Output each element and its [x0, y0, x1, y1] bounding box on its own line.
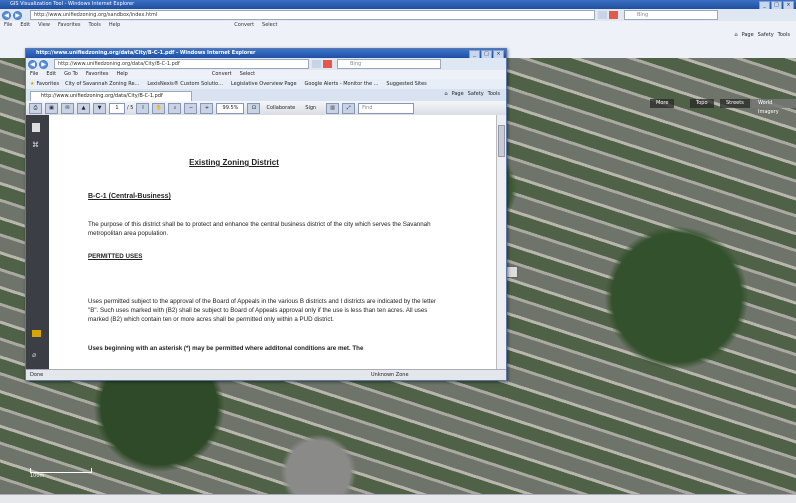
- inner-tools-menu[interactable]: Tools: [488, 91, 500, 97]
- inner-home-icon[interactable]: ⌂: [444, 91, 447, 97]
- outer-search-input[interactable]: Bing: [624, 10, 718, 20]
- inner-page-menu[interactable]: Page: [452, 91, 464, 97]
- inner-title-bar: http://www.unifiedzoning.org/data/City/B…: [26, 49, 506, 59]
- hand-tool-icon[interactable]: ✋: [152, 102, 166, 114]
- outer-window-title: GIS Visualization Tool - Windows Interne…: [10, 1, 135, 7]
- email-icon[interactable]: ✉: [61, 102, 74, 114]
- inner-convert-button[interactable]: Convert: [212, 70, 232, 79]
- map-panel-toggle-icon[interactable]: [506, 266, 518, 278]
- outer-select-button[interactable]: Select: [262, 21, 277, 29]
- find-input[interactable]: Find: [358, 102, 415, 114]
- menu-tools[interactable]: Tools: [89, 21, 101, 29]
- doc-subheading: B-C-1 (Central-Business): [88, 193, 171, 200]
- doc-permitted-text: Uses permitted subject to the approval o…: [88, 298, 437, 323]
- inner-menu-bar: File Edit Go To Favorites Help Convert S…: [26, 70, 506, 79]
- print-icon[interactable]: ⎙: [29, 102, 42, 114]
- doc-heading: Existing Zoning District: [189, 158, 279, 167]
- doc-purpose: The purpose of this district shall be to…: [88, 221, 431, 237]
- favorite-link-lexisnexis[interactable]: LexisNexis® Custom Solutio...: [147, 81, 223, 87]
- inner-menu-goto[interactable]: Go To: [64, 70, 78, 79]
- map-tab-world-imagery[interactable]: World Imagery: [752, 99, 796, 115]
- favorite-link-legislative[interactable]: Legislative Overview Page: [231, 81, 297, 87]
- favorites-button[interactable]: Favorites: [36, 81, 59, 87]
- map-tab-more[interactable]: More: [650, 99, 675, 108]
- outer-address-bar[interactable]: http://www.unifiedzoning.org/sandbox/ind…: [30, 10, 595, 20]
- inner-safety-menu[interactable]: Safety: [468, 91, 484, 97]
- inner-select-button[interactable]: Select: [240, 70, 255, 79]
- outer-safety-menu[interactable]: Safety: [758, 32, 774, 38]
- inner-forward-button[interactable]: ▶: [39, 59, 48, 69]
- outer-convert-button[interactable]: Convert: [234, 21, 254, 29]
- inner-window-title: http://www.unifiedzoning.org/data/City/B…: [36, 50, 256, 56]
- outer-page-menu[interactable]: Page: [742, 32, 754, 38]
- status-zone: Unknown Zone: [371, 372, 409, 378]
- zoom-out-icon[interactable]: −: [184, 102, 198, 114]
- inner-stop-icon[interactable]: [323, 60, 332, 68]
- marquee-zoom-icon[interactable]: ⌕: [168, 102, 182, 114]
- map-tab-topo[interactable]: Topo: [690, 99, 714, 108]
- zoom-in-icon[interactable]: +: [200, 102, 214, 114]
- inner-refresh-icon[interactable]: [312, 60, 321, 68]
- inner-status-bar: Done Unknown Zone: [26, 369, 506, 380]
- select-text-icon[interactable]: I: [136, 102, 150, 114]
- home-icon[interactable]: ⌂: [734, 32, 737, 38]
- zoom-level-input[interactable]: 99.5%: [216, 102, 245, 114]
- comments-icon[interactable]: [32, 330, 41, 337]
- pdf-page: Existing Zoning District B-C-1 (Central-…: [49, 115, 496, 369]
- menu-file[interactable]: File: [4, 21, 12, 29]
- inner-menu-favorites[interactable]: Favorites: [86, 70, 109, 79]
- inner-search-input[interactable]: Bing: [337, 59, 441, 69]
- collaborate-button[interactable]: Collaborate: [266, 105, 295, 111]
- doc-asterisk-text: Uses beginning with an asterisk (*) may …: [88, 345, 364, 352]
- tab-strip: http://www.unifiedzoning.org/data/City/B…: [26, 89, 506, 102]
- back-button[interactable]: ◀: [2, 10, 11, 20]
- sign-button[interactable]: Sign: [305, 105, 316, 111]
- scale-label: 100m: [30, 473, 45, 479]
- outer-nav-bar: ◀ ▶ http://www.unifiedzoning.org/sandbox…: [0, 9, 796, 21]
- refresh-icon[interactable]: [598, 11, 607, 19]
- prev-page-icon[interactable]: ▲: [77, 102, 90, 114]
- pdf-toolbar: ⎙ ▣ ✉ ▲ ▼ 1 / 5 I ✋ ⌕ − + 99.5% ⊡ Collab…: [26, 101, 506, 116]
- forward-button[interactable]: ▶: [13, 10, 22, 20]
- map-tab-streets[interactable]: Streets: [720, 99, 750, 108]
- save-icon[interactable]: ▣: [45, 102, 58, 114]
- scrollbar-thumb[interactable]: [498, 125, 505, 157]
- full-screen-icon[interactable]: ⤢: [342, 102, 356, 114]
- outer-title-bar: GIS Visualization Tool - Windows Interne…: [0, 0, 796, 10]
- outer-tools-menu[interactable]: Tools: [778, 32, 790, 38]
- inner-back-button[interactable]: ◀: [28, 59, 37, 69]
- attachments-icon[interactable]: ⌘: [32, 141, 40, 149]
- status-text: Done: [30, 372, 44, 378]
- inner-menu-help[interactable]: Help: [116, 70, 127, 79]
- outer-menu-bar: File Edit View Favorites Tools Help Conv…: [0, 21, 796, 29]
- inner-nav-bar: ◀ ▶ http://www.unifiedzoning.org/data/Ci…: [26, 58, 506, 70]
- stop-icon[interactable]: [609, 11, 618, 19]
- doc-permitted-heading: PERMITTED USES: [88, 253, 143, 260]
- inner-menu-edit[interactable]: Edit: [46, 70, 56, 79]
- page-total: / 5: [127, 105, 134, 111]
- paperclip-icon[interactable]: ⌀: [32, 351, 36, 359]
- next-page-icon[interactable]: ▼: [93, 102, 106, 114]
- favorite-link-google-alerts[interactable]: Google Alerts - Monitor the ...: [305, 81, 379, 87]
- pdf-navigation-pane: ⌘ ⌀: [26, 115, 49, 369]
- menu-help[interactable]: Help: [109, 21, 120, 29]
- fit-page-icon[interactable]: ⊡: [247, 102, 261, 114]
- map-scale-bar: 100m: [30, 468, 170, 484]
- split-view-icon[interactable]: ▥: [326, 102, 340, 114]
- menu-view[interactable]: View: [38, 21, 50, 29]
- menu-edit[interactable]: Edit: [20, 21, 30, 29]
- inner-menu-file[interactable]: File: [30, 70, 38, 79]
- pdf-scrollbar[interactable]: [496, 115, 506, 369]
- favorites-bar: ★ Favorites City of Savannah Zoning Re..…: [26, 79, 506, 89]
- menu-favorites[interactable]: Favorites: [58, 21, 81, 29]
- page-number-input[interactable]: 1: [109, 102, 125, 114]
- pages-panel-icon[interactable]: [32, 123, 40, 132]
- favorites-star-icon: ★: [30, 81, 35, 87]
- inner-address-bar[interactable]: http://www.unifiedzoning.org/data/City/B…: [54, 59, 309, 69]
- favorite-link-zoning[interactable]: City of Savannah Zoning Re...: [65, 81, 139, 87]
- pdf-browser-window: http://www.unifiedzoning.org/data/City/B…: [25, 48, 507, 381]
- favorite-link-suggested-sites[interactable]: Suggested Sites: [386, 81, 426, 87]
